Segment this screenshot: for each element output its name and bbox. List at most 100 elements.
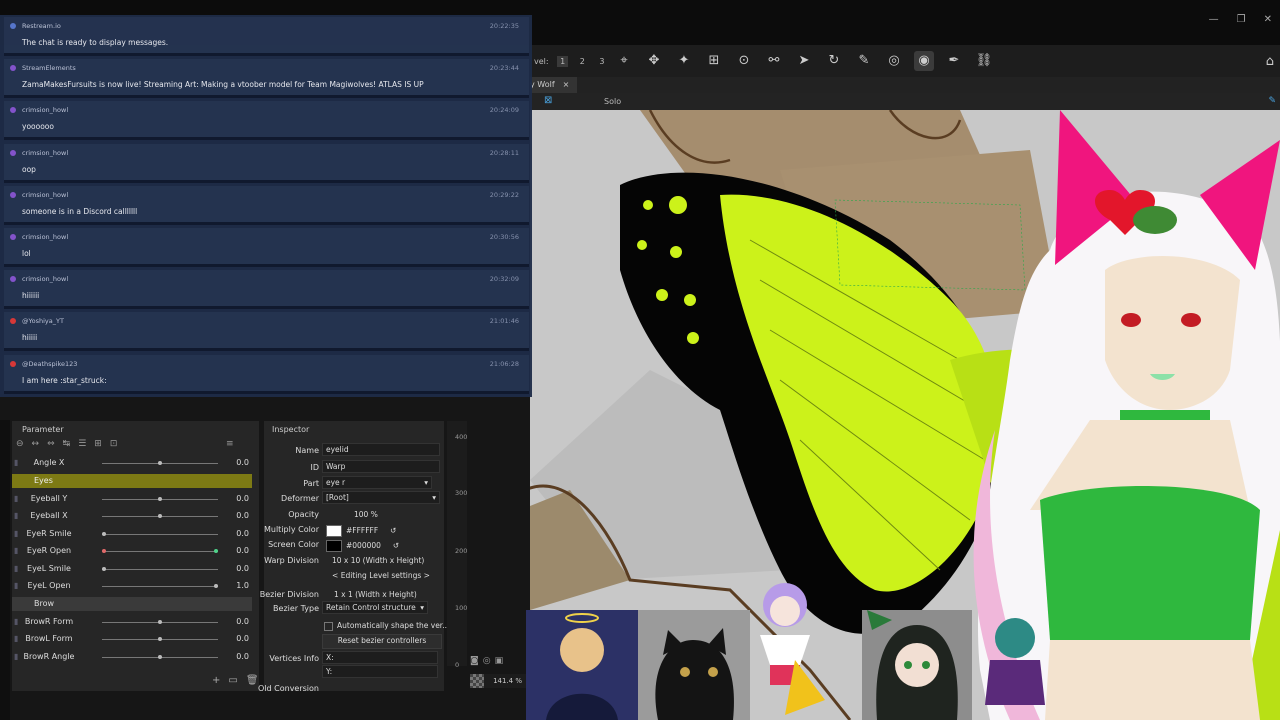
- rotate-icon[interactable]: ↻: [824, 51, 844, 71]
- parameter-row[interactable]: ▮ BrowR Angle 0.0: [12, 649, 259, 666]
- slider-knob[interactable]: [102, 566, 106, 571]
- slider-knob[interactable]: [158, 619, 162, 624]
- screen-color-swatch[interactable]: [326, 540, 342, 552]
- glue-icon[interactable]: ⚯: [764, 51, 784, 71]
- parameter-value[interactable]: 0.0: [236, 458, 249, 467]
- left-right-icon[interactable]: ↔: [32, 439, 40, 449]
- editing-level-settings-button[interactable]: < Editing Level settings >: [322, 571, 440, 584]
- parameter-row[interactable]: ▮ EyeL Open 1.0: [12, 578, 259, 595]
- parameter-value[interactable]: 0.0: [236, 634, 249, 643]
- parameter-slider[interactable]: [102, 654, 218, 659]
- transparency-grid-icon[interactable]: [470, 674, 484, 688]
- reset-bezier-button[interactable]: Reset bezier controllers: [322, 634, 442, 649]
- deformer-select[interactable]: [Root] ▾: [322, 491, 440, 504]
- folder-icon[interactable]: ▭: [228, 675, 237, 686]
- parameter-slider[interactable]: [102, 514, 218, 518]
- checkbox-icon[interactable]: [324, 621, 333, 631]
- parameter-row[interactable]: ▮ EyeR Open 0.0: [12, 543, 259, 560]
- reset-icon[interactable]: ↺: [390, 526, 396, 535]
- brush-icon[interactable]: ✎: [854, 51, 874, 71]
- parameter-group-brow[interactable]: Brow: [12, 596, 252, 611]
- slider-knob[interactable]: [158, 496, 162, 501]
- select-arrow-icon[interactable]: ➤: [794, 51, 814, 71]
- solo-toggle[interactable]: Solo: [604, 97, 621, 106]
- multiply-color-swatch[interactable]: [326, 525, 342, 537]
- pin-icon[interactable]: ⊙: [734, 51, 754, 71]
- parameter-slider[interactable]: [102, 461, 218, 465]
- parameter-row[interactable]: ▮ Eyeball X 0.0: [12, 508, 259, 525]
- expand-icon[interactable]: ⇔: [47, 439, 55, 449]
- bezier-type-select[interactable]: Retain Control structure ▾: [322, 601, 428, 614]
- slider-knob[interactable]: [158, 654, 162, 659]
- list-icon[interactable]: ☰: [78, 439, 86, 449]
- multiply-color-field[interactable]: #FFFFFF ↺: [326, 525, 396, 537]
- parameter-menu-icon[interactable]: ≡: [226, 439, 234, 449]
- add-icon[interactable]: +: [212, 675, 220, 686]
- slider-knob[interactable]: [102, 531, 106, 536]
- slider-end-knob[interactable]: [214, 549, 218, 553]
- mesh-icon[interactable]: ⊞: [704, 51, 724, 71]
- close-icon[interactable]: ✕: [1264, 14, 1272, 25]
- minimize-icon[interactable]: —: [1209, 14, 1219, 25]
- parameter-row[interactable]: ▮ BrowL Form 0.0: [12, 631, 259, 648]
- grid-toggle-icon[interactable]: ⊠: [544, 95, 552, 106]
- parameter-slider[interactable]: [102, 496, 218, 501]
- vertex-x-input[interactable]: X:: [322, 651, 438, 664]
- parameter-row[interactable]: ▮ Eyeball Y 0.0: [12, 491, 259, 508]
- home-icon[interactable]: ⌂: [1266, 54, 1274, 69]
- slider-knob[interactable]: [158, 514, 162, 518]
- grid-icon[interactable]: ⊞: [94, 439, 102, 449]
- warp-division-value[interactable]: 10 x 10 (Width x Height): [332, 556, 424, 565]
- parameter-value[interactable]: 0.0: [236, 546, 249, 555]
- edit-level-1[interactable]: 1: [557, 56, 569, 67]
- parameter-value[interactable]: 1.0: [236, 581, 249, 590]
- auto-shape-checkbox[interactable]: Automatically shape the ver...: [324, 621, 449, 631]
- eye-tool-icon[interactable]: ◉: [914, 51, 934, 71]
- video-icon[interactable]: ▣: [495, 656, 504, 666]
- vertex-y-input[interactable]: Y:: [322, 665, 438, 678]
- id-input[interactable]: Warp: [322, 460, 440, 473]
- view-icon[interactable]: ◎: [884, 51, 904, 71]
- parameter-group-eyes[interactable]: Eyes: [12, 473, 252, 488]
- parameter-slider[interactable]: [102, 566, 218, 571]
- pen-icon[interactable]: ✒: [944, 51, 964, 71]
- tab-model[interactable]: y Wolf ×: [530, 77, 578, 93]
- parameter-row[interactable]: ▮ Angle X 0.0: [12, 455, 259, 472]
- slider-knob[interactable]: [214, 584, 218, 588]
- reset-icon[interactable]: ↺: [393, 541, 399, 550]
- parameter-value[interactable]: 0.0: [236, 494, 249, 503]
- parameter-slider[interactable]: [102, 619, 218, 624]
- slider-knob[interactable]: [102, 549, 106, 553]
- link-icon[interactable]: ⛓: [974, 51, 994, 71]
- opacity-value[interactable]: 100 %: [354, 510, 378, 519]
- camera-icon[interactable]: ◙: [470, 656, 479, 666]
- parameter-value[interactable]: 0.0: [236, 511, 249, 520]
- part-select[interactable]: eye r ▾: [322, 476, 432, 489]
- record-icon[interactable]: ◎: [483, 656, 491, 666]
- parameter-row[interactable]: ▮ BrowR Form 0.0: [12, 614, 259, 631]
- parameter-value[interactable]: 0.0: [236, 652, 249, 661]
- parameter-slider[interactable]: [102, 549, 218, 553]
- parameter-slider[interactable]: [102, 584, 218, 588]
- parameter-row[interactable]: ▮ EyeR Smile 0.0: [12, 526, 259, 543]
- collapse-icon[interactable]: ⊖: [16, 439, 24, 449]
- parameter-slider[interactable]: [102, 531, 218, 536]
- trash-icon[interactable]: 🗑: [246, 675, 259, 686]
- slider-knob[interactable]: [158, 637, 162, 641]
- move-icon[interactable]: ↹: [63, 439, 71, 449]
- screen-color-field[interactable]: #000000 ↺: [326, 540, 399, 552]
- name-input[interactable]: eyelid: [322, 443, 440, 456]
- warp-icon[interactable]: ✦: [674, 51, 694, 71]
- bezier-division-value[interactable]: 1 x 1 (Width x Height): [334, 590, 417, 599]
- tab-close-icon[interactable]: ×: [563, 77, 570, 93]
- edit-level-3[interactable]: 3: [596, 56, 607, 67]
- parameter-value[interactable]: 0.0: [236, 617, 249, 626]
- link-param-icon[interactable]: ⊡: [110, 439, 118, 449]
- parameter-value[interactable]: 0.0: [236, 529, 249, 538]
- arrange-icon[interactable]: ✥: [644, 51, 664, 71]
- pin-icon[interactable]: ✎: [1268, 96, 1276, 106]
- parameter-slider[interactable]: [102, 637, 218, 641]
- zoom-display[interactable]: 141.4 %: [470, 674, 526, 688]
- deform-brush-icon[interactable]: ⌖: [614, 51, 634, 71]
- parameter-row[interactable]: ▮ EyeL Smile 0.0: [12, 561, 259, 578]
